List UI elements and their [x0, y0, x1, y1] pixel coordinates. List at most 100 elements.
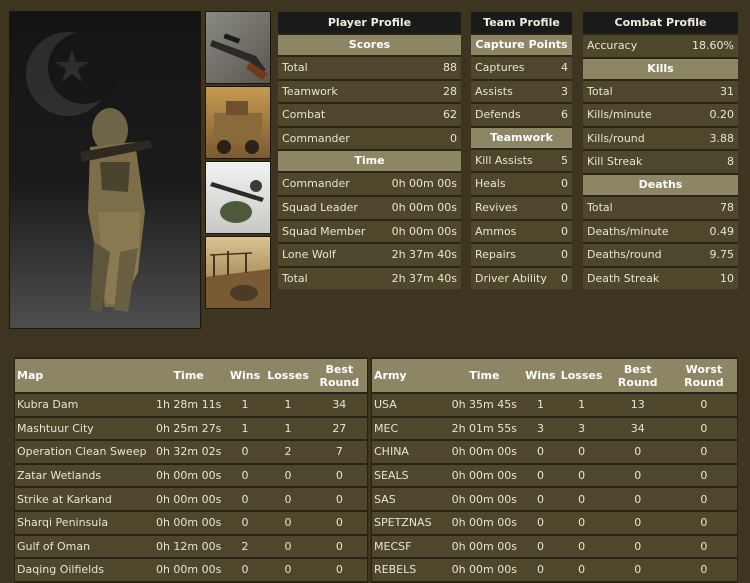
map-name-cell[interactable]: Zatar Wetlands	[15, 464, 152, 487]
best-round-cell: 34	[604, 417, 671, 440]
time-label: Total	[282, 271, 308, 285]
army-name-cell[interactable]: CHINA	[372, 441, 447, 463]
col-time[interactable]: Time	[446, 359, 523, 392]
score-row: Commander 0	[278, 127, 461, 150]
col-wins[interactable]: Wins	[225, 359, 265, 392]
losses-cell: 1	[264, 417, 312, 440]
accuracy-label: Accuracy	[587, 39, 638, 52]
col-time[interactable]: Time	[151, 359, 226, 392]
soldier-figure	[80, 108, 152, 312]
best-round-cell: 0	[604, 511, 671, 534]
time-value: 2h 37m 40s	[391, 248, 457, 262]
time-cell: 2h 01m 55s	[446, 417, 523, 440]
time-value: 0h 00m 00s	[391, 224, 457, 238]
score-row: Teamwork 28	[278, 80, 461, 103]
time-cell: 0h 35m 45s	[446, 394, 523, 416]
time-value: 0h 00m 00s	[391, 200, 457, 214]
col-losses[interactable]: Losses	[264, 359, 312, 392]
thumb-weapon[interactable]	[205, 11, 271, 84]
deaths-label: Total	[587, 200, 613, 214]
kills-row: Kill Streak 8	[583, 151, 738, 173]
army-name-cell[interactable]: MECSF	[372, 535, 447, 558]
table-row: Gulf of Oman 0h 12m 00s 2 0 0	[15, 535, 367, 558]
teamwork-row: Repairs 0	[471, 244, 572, 266]
wins-cell: 0	[225, 464, 265, 487]
kills-value: 31	[720, 84, 734, 98]
time-cell: 0h 25m 27s	[151, 417, 226, 440]
teamwork-label: Repairs	[475, 248, 516, 262]
thumb-gear[interactable]	[205, 161, 271, 234]
capture-value: 3	[561, 84, 568, 98]
army-name-cell[interactable]: SAS	[372, 488, 447, 510]
deaths-value: 10	[720, 271, 734, 285]
time-row: Squad Member 0h 00m 00s	[278, 220, 461, 243]
wins-cell: 1	[225, 394, 265, 416]
map-name-cell[interactable]: Operation Clean Sweep	[15, 441, 152, 463]
deaths-value: 78	[720, 200, 734, 214]
map-name-cell[interactable]: Daqing Oilfields	[15, 559, 152, 581]
table-row: MECSF 0h 00m 00s 0 0 0 0	[372, 535, 737, 558]
helmet-icon	[210, 180, 264, 223]
army-name-cell[interactable]: MEC	[372, 417, 447, 440]
best-round-cell: 27	[311, 417, 367, 440]
col-map[interactable]: Map	[15, 359, 152, 392]
accuracy-value: 18.60%	[692, 39, 734, 52]
teamwork-value: 5	[561, 153, 568, 167]
scores-header: Scores	[278, 35, 461, 55]
score-label: Commander	[282, 131, 350, 145]
col-worst-round[interactable]: Worst Round	[670, 359, 737, 392]
best-round-cell: 7	[311, 441, 367, 463]
col-best-round[interactable]: Best Round	[311, 359, 367, 392]
map-name-cell[interactable]: Strike at Karkand	[15, 488, 152, 510]
losses-cell: 1	[264, 394, 312, 416]
map-name-cell[interactable]: Sharqi Peninsula	[15, 511, 152, 534]
thumb-map[interactable]	[205, 236, 271, 309]
losses-cell: 0	[264, 464, 312, 487]
deaths-label: Death Streak	[587, 271, 660, 285]
losses-cell: 0	[264, 559, 312, 581]
col-best-round[interactable]: Best Round	[604, 359, 671, 392]
map-name-cell[interactable]: Gulf of Oman	[15, 535, 152, 558]
table-row: SPETZNAS 0h 00m 00s 0 0 0 0	[372, 511, 737, 534]
wins-cell: 0	[522, 559, 559, 581]
worst-round-cell: 0	[670, 559, 737, 581]
teamwork-row: Driver Ability 0	[471, 267, 572, 290]
army-name-cell[interactable]: SEALS	[372, 464, 447, 487]
losses-cell: 0	[264, 488, 312, 510]
map-name-cell[interactable]: Mashtuur City	[15, 417, 152, 440]
deaths-label: Deaths/round	[587, 248, 662, 262]
accuracy-row: Accuracy 18.60%	[583, 35, 738, 57]
table-row: Strike at Karkand 0h 00m 00s 0 0 0	[15, 488, 367, 510]
wins-cell: 0	[522, 511, 559, 534]
best-round-cell: 0	[311, 511, 367, 534]
teamwork-label: Ammos	[475, 224, 517, 238]
best-round-cell: 0	[604, 488, 671, 510]
capture-value: 6	[561, 108, 568, 122]
time-row: Squad Leader 0h 00m 00s	[278, 196, 461, 219]
kills-value: 8	[727, 155, 734, 169]
losses-cell: 0	[558, 535, 605, 558]
kills-row: Total 31	[583, 80, 738, 103]
best-round-cell: 0	[604, 441, 671, 463]
losses-cell: 0	[264, 535, 312, 558]
worst-round-cell: 0	[670, 441, 737, 463]
wins-cell: 0	[225, 441, 265, 463]
kills-row: Kills/minute 0.20	[583, 104, 738, 126]
capture-label: Defends	[475, 108, 521, 122]
score-value: 28	[443, 84, 457, 98]
col-losses[interactable]: Losses	[558, 359, 605, 392]
army-name-cell[interactable]: REBELS	[372, 559, 447, 581]
deaths-row: Death Streak 10	[583, 267, 738, 290]
col-army[interactable]: Army	[372, 359, 447, 392]
score-value: 62	[443, 108, 457, 122]
map-name-cell[interactable]: Kubra Dam	[15, 394, 152, 416]
thumb-vehicle[interactable]	[205, 86, 271, 159]
best-round-cell: 0	[604, 464, 671, 487]
capture-value: 4	[561, 61, 568, 74]
col-wins[interactable]: Wins	[522, 359, 559, 392]
army-name-cell[interactable]: USA	[372, 394, 447, 416]
capture-row: Captures 4	[471, 57, 572, 79]
army-name-cell[interactable]: SPETZNAS	[372, 511, 447, 534]
best-round-cell: 34	[311, 394, 367, 416]
time-row: Lone Wolf 2h 37m 40s	[278, 244, 461, 266]
